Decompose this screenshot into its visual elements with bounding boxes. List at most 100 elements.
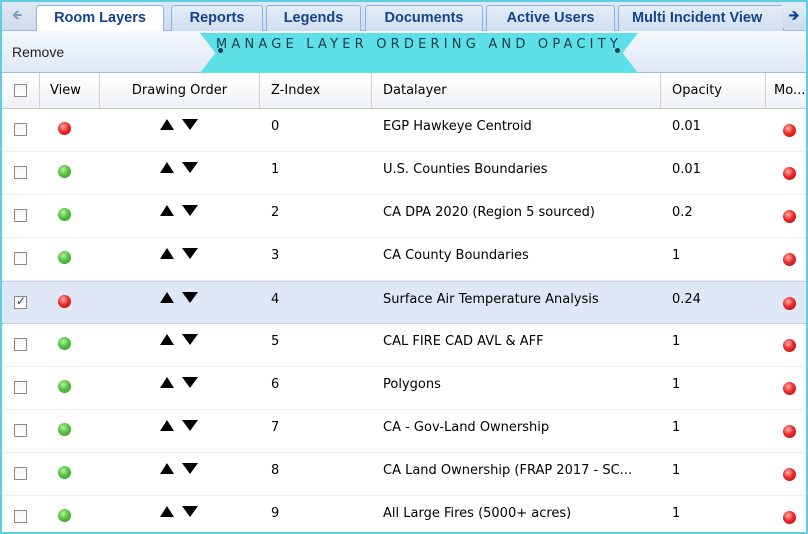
- tab-room-layers[interactable]: Room Layers: [36, 5, 164, 32]
- tab-strip: 🡸 Room Layers Reports Legends Documents …: [2, 2, 806, 32]
- move-up-icon[interactable]: [160, 463, 174, 474]
- row-checkbox[interactable]: [14, 209, 27, 222]
- opacity-cell[interactable]: 1: [672, 410, 762, 453]
- table-row[interactable]: 1 U.S. Counties Boundaries 0.01: [2, 152, 806, 195]
- drawing-order-controls: [160, 205, 204, 217]
- more-status-icon[interactable]: [783, 339, 796, 352]
- move-up-icon[interactable]: [160, 420, 174, 431]
- header-drawing-order[interactable]: Drawing Order: [100, 73, 260, 109]
- visibility-toggle-icon[interactable]: [58, 295, 71, 308]
- remove-button[interactable]: Remove: [12, 44, 64, 60]
- table-row[interactable]: 8 CA Land Ownership (FRAP 2017 - SC... 1: [2, 453, 806, 496]
- tab-documents[interactable]: Documents: [365, 5, 483, 31]
- header-opacity[interactable]: Opacity: [661, 73, 766, 109]
- datalayer-cell: CAL FIRE CAD AVL & AFF: [383, 334, 544, 349]
- move-up-icon[interactable]: [160, 292, 174, 303]
- more-status-icon[interactable]: [783, 382, 796, 395]
- more-status-icon[interactable]: [783, 167, 796, 180]
- move-down-icon[interactable]: [182, 292, 198, 303]
- move-up-icon[interactable]: [160, 162, 174, 173]
- move-up-icon[interactable]: [160, 377, 174, 388]
- header-view[interactable]: View: [40, 73, 100, 109]
- table-row[interactable]: 6 Polygons 1: [2, 367, 806, 410]
- select-all-checkbox[interactable]: [14, 84, 27, 97]
- z-index-cell: 7: [271, 420, 280, 435]
- row-checkbox[interactable]: [14, 381, 27, 394]
- more-status-icon[interactable]: [783, 297, 796, 310]
- row-checkbox[interactable]: [14, 294, 27, 309]
- opacity-cell[interactable]: 0.24: [672, 282, 762, 325]
- opacity-cell[interactable]: 1: [672, 238, 762, 281]
- table-row[interactable]: 0 EGP Hawkeye Centroid 0.01: [2, 109, 806, 152]
- move-up-icon[interactable]: [160, 119, 174, 130]
- tab-legends[interactable]: Legends: [266, 5, 361, 31]
- drawing-order-controls: [160, 162, 204, 174]
- header-more[interactable]: Mo...: [766, 73, 806, 109]
- visibility-toggle-icon[interactable]: [58, 122, 71, 135]
- more-status-icon[interactable]: [783, 124, 796, 137]
- visibility-toggle-icon[interactable]: [58, 251, 71, 264]
- opacity-cell[interactable]: 1: [672, 367, 762, 410]
- opacity-cell[interactable]: 0.01: [672, 152, 762, 195]
- opacity-cell[interactable]: 1: [672, 496, 762, 532]
- datalayer-cell: CA DPA 2020 (Region 5 sourced): [383, 205, 595, 220]
- opacity-cell[interactable]: 0.2: [672, 195, 762, 238]
- datalayer-cell: CA County Boundaries: [383, 248, 529, 263]
- move-up-icon[interactable]: [160, 205, 174, 216]
- move-up-icon[interactable]: [160, 248, 174, 259]
- header-select-all[interactable]: [2, 73, 40, 109]
- table-row[interactable]: 2 CA DPA 2020 (Region 5 sourced) 0.2: [2, 195, 806, 238]
- tab-reports[interactable]: Reports: [171, 5, 263, 31]
- table-row[interactable]: 5 CAL FIRE CAD AVL & AFF 1: [2, 324, 806, 367]
- more-status-icon[interactable]: [783, 425, 796, 438]
- row-checkbox[interactable]: [14, 123, 27, 136]
- row-checkbox[interactable]: [14, 467, 27, 480]
- arrow-left-icon[interactable]: 🡸: [6, 5, 28, 27]
- move-up-icon[interactable]: [160, 334, 174, 345]
- move-down-icon[interactable]: [182, 334, 198, 345]
- visibility-toggle-icon[interactable]: [58, 466, 71, 479]
- arrow-right-icon[interactable]: 🡺: [782, 4, 806, 28]
- table-row[interactable]: 9 All Large Fires (5000+ acres) 1: [2, 496, 806, 532]
- z-index-cell: 8: [271, 463, 280, 478]
- visibility-toggle-icon[interactable]: [58, 380, 71, 393]
- row-checkbox[interactable]: [14, 510, 27, 523]
- visibility-toggle-icon[interactable]: [58, 509, 71, 522]
- tab-active-users[interactable]: Active Users: [486, 5, 615, 31]
- table-row[interactable]: 7 CA - Gov-Land Ownership 1: [2, 410, 806, 453]
- visibility-toggle-icon[interactable]: [58, 423, 71, 436]
- opacity-cell[interactable]: 1: [672, 324, 762, 367]
- table-row[interactable]: 4 Surface Air Temperature Analysis 0.24: [2, 281, 806, 324]
- opacity-cell[interactable]: 0.01: [672, 109, 762, 152]
- more-status-icon[interactable]: [783, 210, 796, 223]
- header-z-index[interactable]: Z-Index: [260, 73, 372, 109]
- visibility-toggle-icon[interactable]: [58, 208, 71, 221]
- datalayer-cell: All Large Fires (5000+ acres): [383, 506, 572, 521]
- row-checkbox[interactable]: [14, 338, 27, 351]
- move-down-icon[interactable]: [182, 506, 198, 517]
- visibility-toggle-icon[interactable]: [58, 337, 71, 350]
- more-status-icon[interactable]: [783, 253, 796, 266]
- more-status-icon[interactable]: [783, 511, 796, 524]
- more-status-icon[interactable]: [783, 468, 796, 481]
- opacity-cell[interactable]: 1: [672, 453, 762, 496]
- z-index-cell: 3: [271, 248, 280, 263]
- move-down-icon[interactable]: [182, 119, 198, 130]
- move-down-icon[interactable]: [182, 205, 198, 216]
- visibility-toggle-icon[interactable]: [58, 165, 71, 178]
- move-down-icon[interactable]: [182, 377, 198, 388]
- move-down-icon[interactable]: [182, 162, 198, 173]
- datalayer-cell: CA - Gov-Land Ownership: [383, 420, 550, 435]
- header-datalayer[interactable]: Datalayer: [372, 73, 661, 109]
- move-down-icon[interactable]: [182, 463, 198, 474]
- grid-header: View Drawing Order Z-Index Datalayer Opa…: [2, 73, 806, 109]
- row-checkbox[interactable]: [14, 166, 27, 179]
- row-checkbox[interactable]: [14, 252, 27, 265]
- move-down-icon[interactable]: [182, 420, 198, 431]
- banner-dot-right: [615, 48, 620, 53]
- tab-multi-incident-view[interactable]: Multi Incident View: [618, 5, 784, 31]
- table-row[interactable]: 3 CA County Boundaries 1: [2, 238, 806, 281]
- row-checkbox[interactable]: [14, 424, 27, 437]
- move-down-icon[interactable]: [182, 248, 198, 259]
- move-up-icon[interactable]: [160, 506, 174, 517]
